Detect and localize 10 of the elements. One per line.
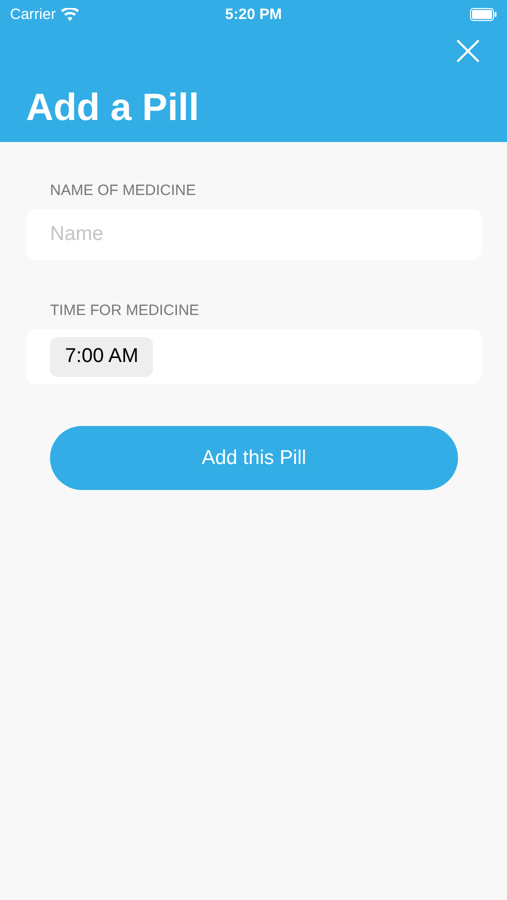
page-title: Add a Pill	[26, 86, 200, 130]
field-label: NAME OF MEDICINE	[50, 182, 196, 200]
battery-icon	[470, 8, 497, 20]
clock-time: 5:20 PM	[225, 6, 282, 22]
close-button[interactable]	[455, 38, 481, 64]
carrier-name: Carrier	[10, 6, 56, 22]
time-picker[interactable]: 7:00 AM	[50, 336, 154, 376]
wifi-icon	[60, 8, 79, 20]
field-label: TIME FOR MEDICINE	[50, 302, 200, 320]
name-field[interactable]: Name	[26, 209, 482, 260]
